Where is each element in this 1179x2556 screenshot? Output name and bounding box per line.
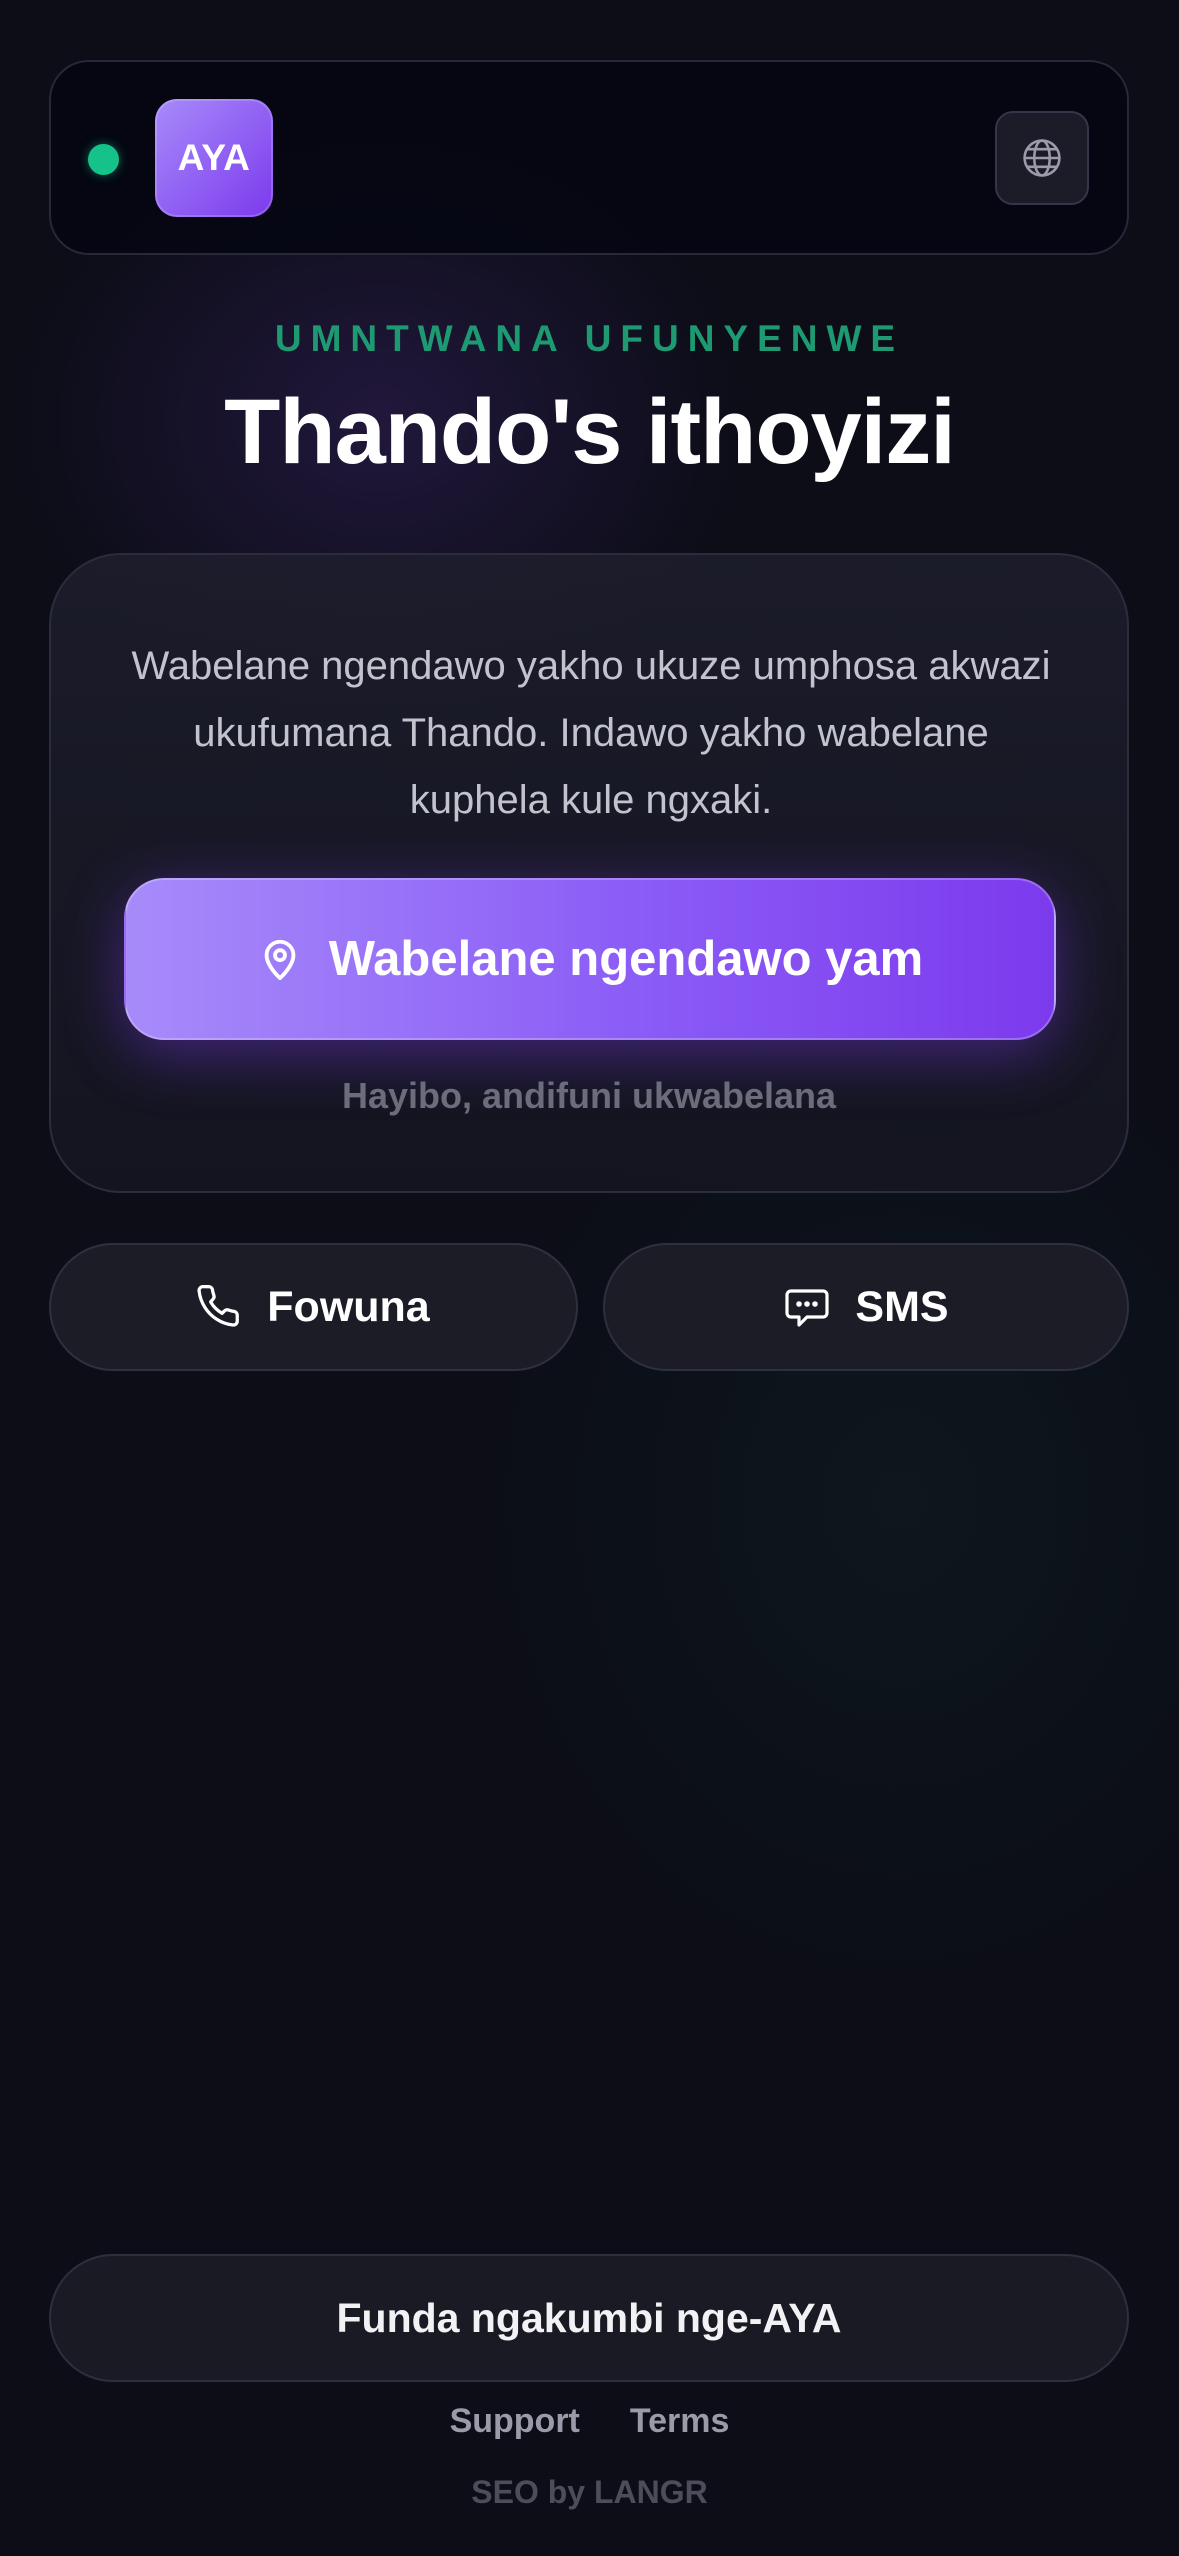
share-location-card: Wabelane ngendawo yakho ukuze umphosa ak… <box>49 553 1129 1193</box>
call-label: Fowuna <box>267 1282 430 1331</box>
sms-button[interactable]: SMS <box>603 1243 1129 1371</box>
decline-share-link[interactable]: Hayibo, andifuni ukwabelana <box>51 1075 1127 1117</box>
card-description: Wabelane ngendawo yakho ukuze umphosa ak… <box>131 644 1051 822</box>
status-indicator <box>88 144 119 175</box>
phone-icon <box>197 1285 240 1327</box>
learn-more-button[interactable]: Funda ngakumbi nge-AYA <box>49 2254 1129 2382</box>
share-location-button[interactable]: Wabelane ngendawo yam <box>124 878 1056 1040</box>
sms-label: SMS <box>855 1282 949 1331</box>
chat-bubble-icon <box>785 1289 830 1327</box>
page-title: Thando's ithoyizi <box>224 381 956 483</box>
footer-credit: SEO by LANGR <box>471 2474 708 2510</box>
globe-icon <box>1023 139 1061 177</box>
aya-logo[interactable]: AYA <box>155 99 273 217</box>
location-pin-icon <box>264 939 296 981</box>
share-location-label: Wabelane ngendawo yam <box>328 932 924 986</box>
page-eyebrow: UMNTWANA UFUNYENWE <box>274 318 905 359</box>
support-link[interactable]: Support <box>450 2402 580 2441</box>
footer-links: Support Terms <box>0 2402 1179 2441</box>
header-bar: AYA <box>49 60 1129 255</box>
call-button[interactable]: Fowuna <box>49 1243 578 1371</box>
page: AYA UMNTWANA UFUNYENWE Thando's ithoyizi… <box>0 0 1179 2556</box>
terms-link[interactable]: Terms <box>630 2402 730 2441</box>
language-button[interactable] <box>995 111 1089 205</box>
